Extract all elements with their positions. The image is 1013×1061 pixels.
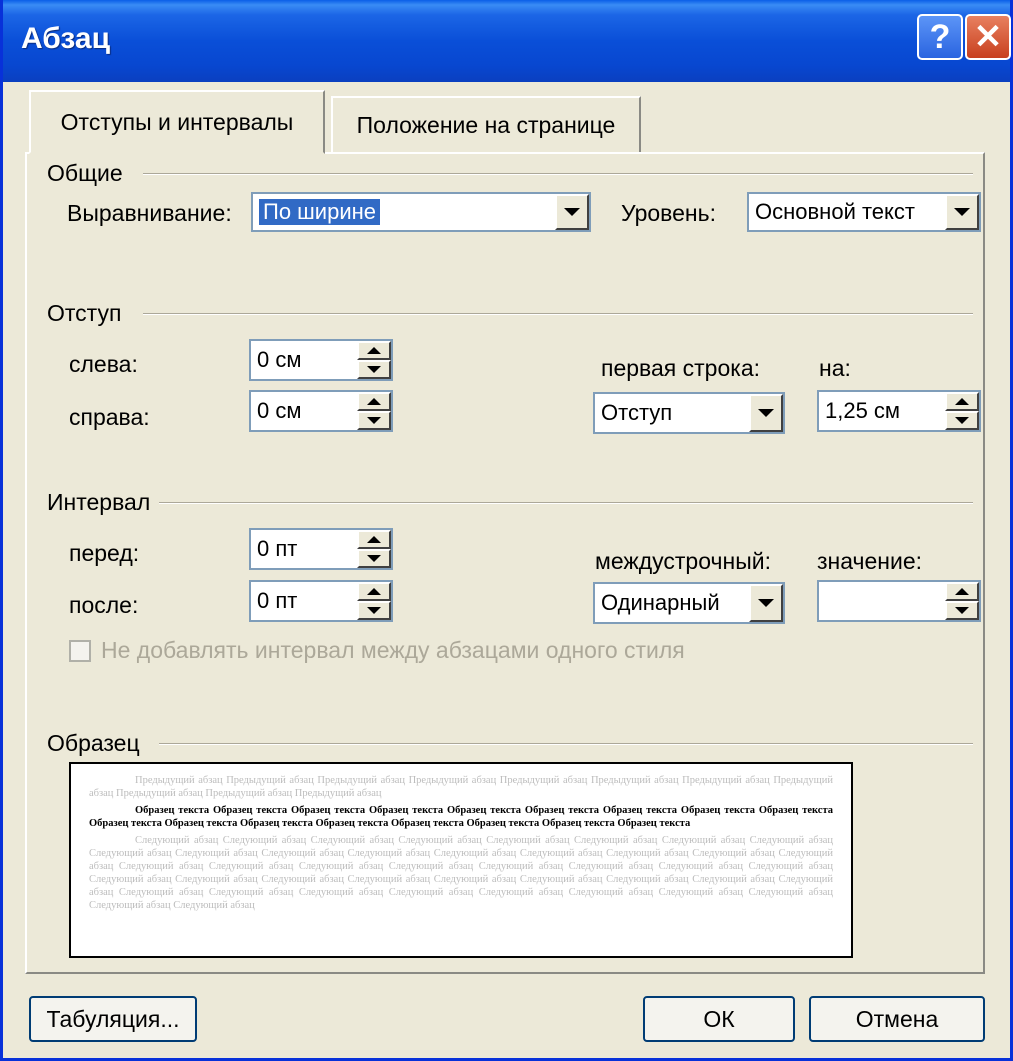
divider	[159, 502, 973, 504]
indent-group-label: Отступ	[47, 300, 128, 327]
arrow-up-icon	[367, 398, 381, 405]
help-icon: ?	[929, 17, 951, 56]
spacing-after-spin[interactable]: 0 пт	[249, 580, 393, 622]
spacing-before-spinner[interactable]	[357, 530, 391, 568]
arrow-up-icon	[367, 536, 381, 543]
indent-by-value: 1,25 см	[825, 398, 901, 423]
chevron-down-icon	[758, 599, 774, 607]
arrow-up-icon	[367, 588, 381, 595]
indent-left-spinner[interactable]	[357, 341, 391, 379]
spacing-after-value: 0 пт	[257, 588, 298, 613]
spin-up-button[interactable]	[357, 341, 391, 360]
ok-button[interactable]: ОК	[643, 996, 795, 1042]
first-line-dropdown-button[interactable]	[749, 394, 783, 432]
indent-by-spin[interactable]: 1,25 см	[817, 390, 981, 432]
level-combo[interactable]: Основной текст	[747, 192, 981, 232]
indent-right-spinner[interactable]	[357, 392, 391, 430]
spin-up-button[interactable]	[357, 392, 391, 411]
spin-down-button[interactable]	[357, 360, 391, 379]
chevron-down-icon	[758, 409, 774, 417]
no-space-same-style-row[interactable]: Не добавлять интервал между абзацами одн…	[69, 637, 685, 664]
spin-down-button[interactable]	[357, 411, 391, 430]
preview-sample-paragraph: Образец текста Образец текста Образец те…	[89, 805, 833, 829]
preview-box: Предыдущий абзац Предыдущий абзац Предыд…	[69, 762, 853, 958]
arrow-down-icon	[955, 417, 969, 424]
arrow-down-icon	[367, 555, 381, 562]
indent-left-value: 0 см	[257, 347, 302, 372]
spin-down-button[interactable]	[357, 549, 391, 568]
spacing-before-label: перед:	[69, 540, 140, 566]
paragraph-dialog: Абзац ? ✕ Отступы и интервалы Положение …	[0, 0, 1013, 1061]
spin-down-button[interactable]	[945, 601, 979, 620]
no-space-same-style-label: Не добавлять интервал между абзацами одн…	[101, 637, 685, 663]
alignment-label: Выравнивание:	[67, 200, 232, 226]
indent-by-label: на:	[819, 355, 851, 381]
level-label: Уровень:	[621, 200, 716, 226]
spin-down-button[interactable]	[357, 601, 391, 620]
spacing-at-spinner[interactable]	[945, 582, 979, 620]
spacing-at-label: значение:	[817, 548, 923, 574]
arrow-up-icon	[955, 588, 969, 595]
spacing-before-spin[interactable]: 0 пт	[249, 528, 393, 570]
line-spacing-combo[interactable]: Одинарный	[593, 582, 785, 624]
spacing-after-spinner[interactable]	[357, 582, 391, 620]
close-icon: ✕	[973, 18, 1003, 56]
chevron-down-icon	[954, 208, 970, 216]
alignment-value: По ширине	[259, 199, 381, 225]
spacing-at-spin[interactable]	[817, 580, 981, 622]
cancel-button-label: Отмена	[855, 1005, 939, 1032]
divider	[143, 173, 973, 175]
spacing-group-label: Интервал	[47, 489, 157, 516]
preview-previous-paragraph: Предыдущий абзац Предыдущий абзац Предыд…	[89, 775, 833, 799]
general-group-label: Общие	[47, 160, 129, 187]
line-spacing-value: Одинарный	[601, 590, 720, 615]
level-value: Основной текст	[755, 199, 915, 224]
arrow-up-icon	[955, 398, 969, 405]
close-button[interactable]: ✕	[965, 14, 1011, 60]
tab-label: Положение на странице	[356, 111, 616, 138]
alignment-combo[interactable]: По ширине	[251, 192, 591, 232]
indent-left-spin[interactable]: 0 см	[249, 339, 393, 381]
spacing-before-value: 0 пт	[257, 536, 298, 561]
indent-right-value: 0 см	[257, 398, 302, 423]
ok-button-label: ОК	[703, 1005, 735, 1032]
spin-up-button[interactable]	[945, 582, 979, 601]
title-bar[interactable]: Абзац ? ✕	[3, 0, 1011, 82]
arrow-up-icon	[367, 347, 381, 354]
cancel-button[interactable]: Отмена	[809, 996, 985, 1042]
line-spacing-label: междустрочный:	[595, 548, 771, 574]
indent-by-spinner[interactable]	[945, 392, 979, 430]
tab-line-and-page-breaks[interactable]: Положение на странице	[331, 96, 641, 152]
first-line-label: первая строка:	[601, 355, 761, 381]
tabs-button-label: Табуляция...	[46, 1005, 180, 1032]
indent-right-label: справа:	[69, 404, 150, 430]
tab-indents-and-spacing[interactable]: Отступы и интервалы	[29, 90, 325, 154]
help-button[interactable]: ?	[917, 14, 963, 60]
divider	[159, 743, 973, 745]
preview-next-paragraph: Следующий абзац Следующий абзац Следующи…	[89, 835, 833, 911]
alignment-dropdown-button[interactable]	[555, 194, 589, 230]
indent-left-label: слева:	[69, 351, 138, 377]
divider	[143, 313, 973, 315]
chevron-down-icon	[564, 208, 580, 216]
spacing-after-label: после:	[69, 592, 139, 618]
spin-up-button[interactable]	[357, 582, 391, 601]
spin-down-button[interactable]	[945, 411, 979, 430]
spin-up-button[interactable]	[357, 530, 391, 549]
first-line-value: Отступ	[601, 400, 673, 425]
no-space-same-style-checkbox[interactable]	[69, 639, 91, 662]
window-title: Абзац	[21, 22, 111, 55]
first-line-combo[interactable]: Отступ	[593, 392, 785, 434]
arrow-down-icon	[367, 607, 381, 614]
preview-group-label: Образец	[47, 730, 146, 757]
arrow-down-icon	[367, 366, 381, 373]
tab-label: Отступы и интервалы	[60, 108, 294, 135]
line-spacing-dropdown-button[interactable]	[749, 584, 783, 622]
level-dropdown-button[interactable]	[945, 194, 979, 230]
arrow-down-icon	[367, 417, 381, 424]
tabs-button[interactable]: Табуляция...	[29, 996, 197, 1042]
indent-right-spin[interactable]: 0 см	[249, 390, 393, 432]
spin-up-button[interactable]	[945, 392, 979, 411]
arrow-down-icon	[955, 607, 969, 614]
